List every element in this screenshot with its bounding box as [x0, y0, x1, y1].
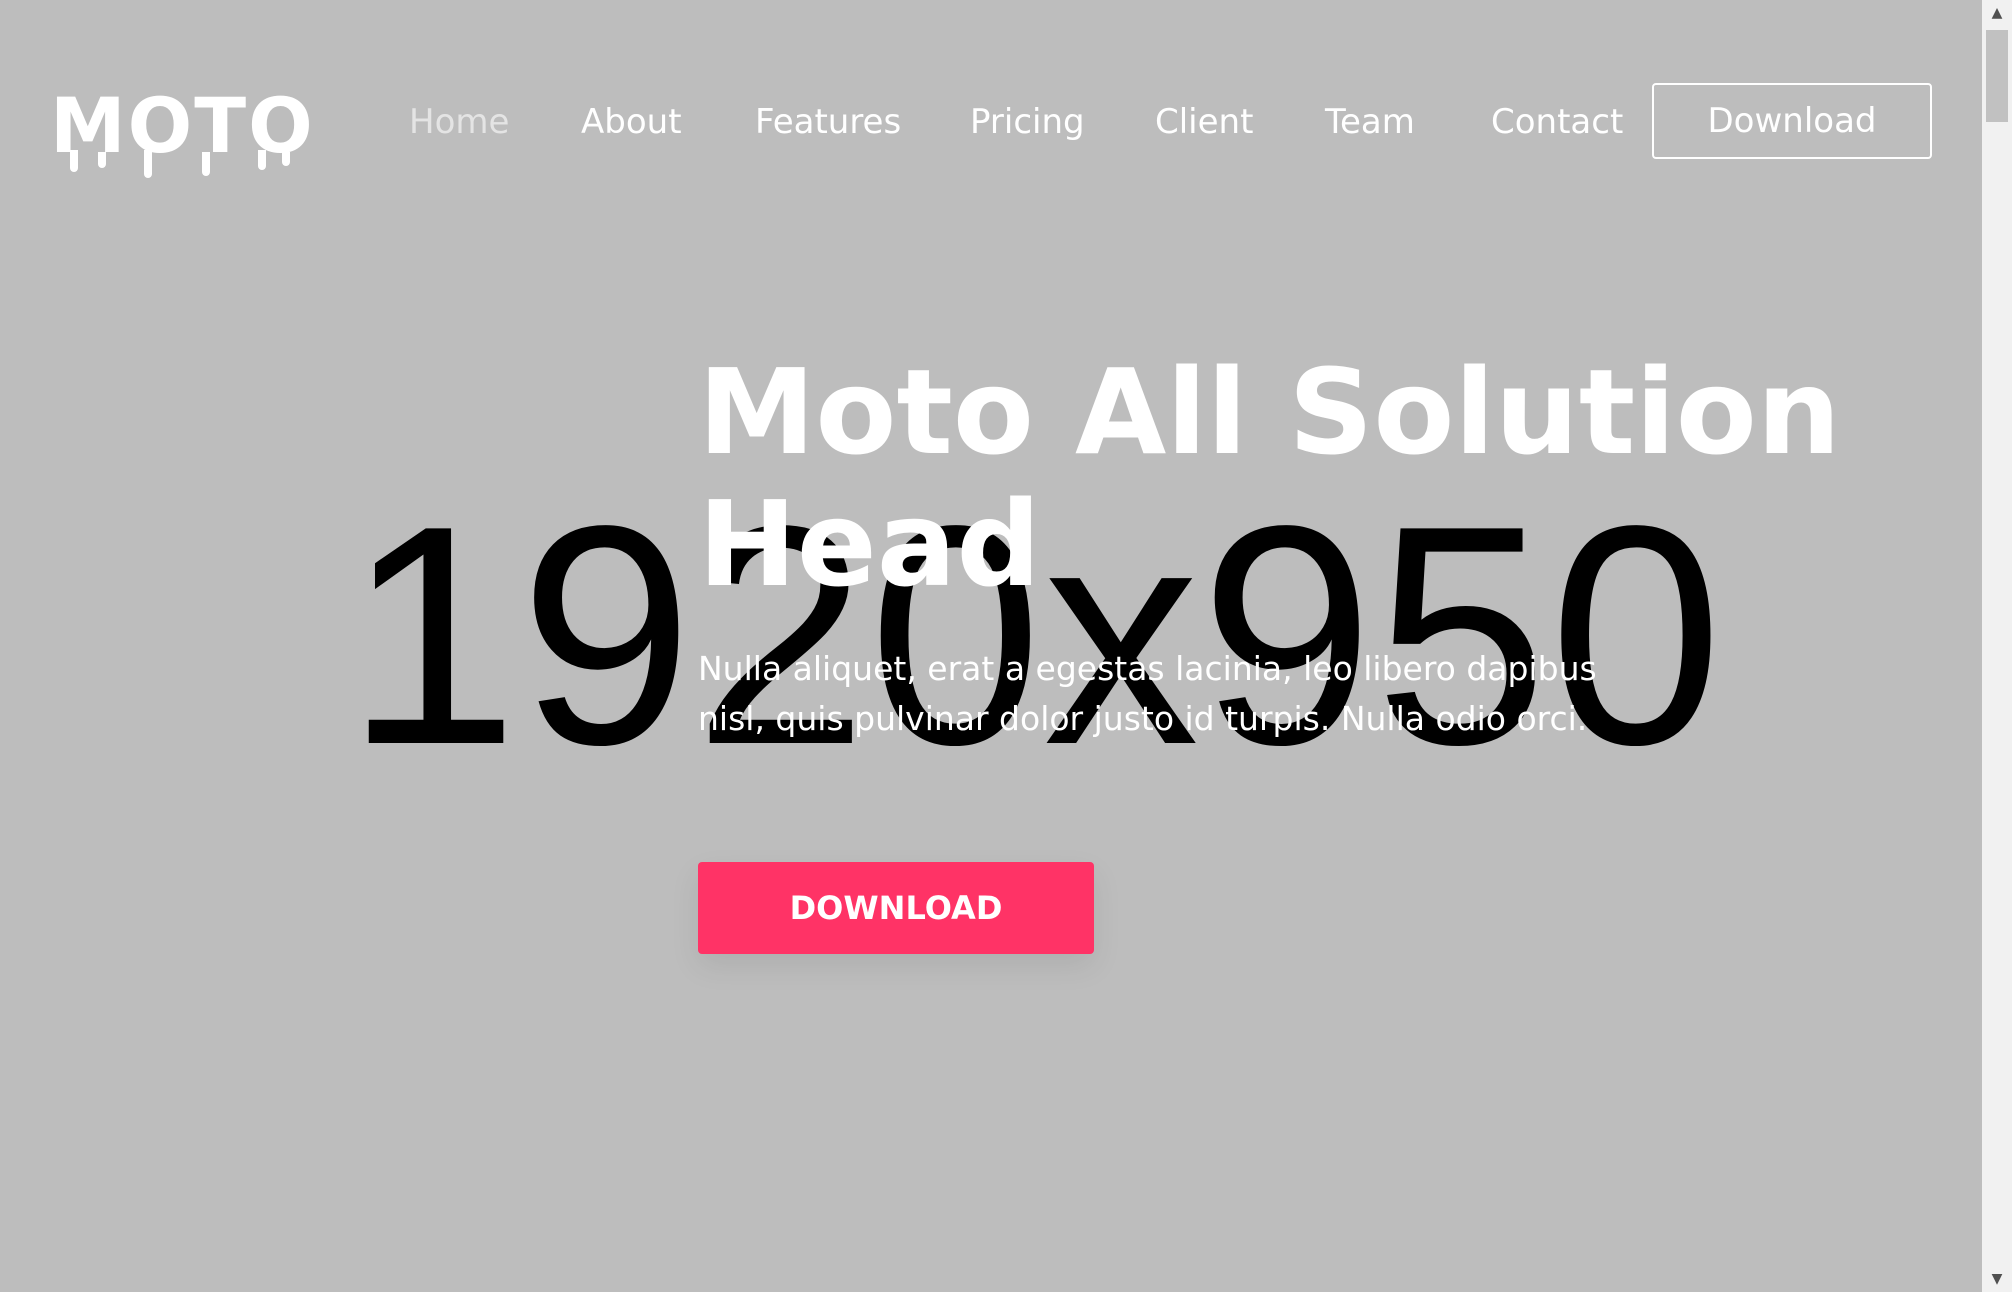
scroll-down-icon[interactable]: ▼ [1982, 1266, 2012, 1292]
logo-drip [98, 152, 106, 168]
hero-description: Nulla aliquet, erat a egestas lacinia, l… [698, 649, 1597, 738]
vertical-scrollbar[interactable]: ▲ ▼ [1982, 0, 2012, 1292]
logo-drip [258, 150, 266, 170]
header-download-button[interactable]: Download [1652, 83, 1932, 159]
logo-drip [202, 152, 210, 176]
logo[interactable]: MOTO [50, 88, 313, 178]
hero-section: 1920x950 MOTO Home About Features Pricin… [0, 0, 1982, 1292]
scroll-up-icon[interactable]: ▲ [1982, 0, 2012, 26]
logo-drip [144, 150, 152, 178]
nav-item-pricing[interactable]: Pricing [970, 98, 1085, 146]
hero-title: Moto All Solution Head [698, 343, 1841, 613]
hero-download-button[interactable]: DOWNLOAD [698, 862, 1094, 954]
nav-item-features[interactable]: Features [755, 98, 901, 146]
logo-drip [70, 150, 78, 172]
logo-text: MOTO [50, 81, 315, 170]
nav-item-contact[interactable]: Contact [1491, 98, 1623, 146]
logo-drip [282, 152, 290, 166]
nav-item-client[interactable]: Client [1155, 98, 1253, 146]
nav-item-home[interactable]: Home [409, 98, 509, 146]
nav-item-about[interactable]: About [581, 98, 682, 146]
nav-item-team[interactable]: Team [1325, 98, 1415, 146]
scroll-thumb[interactable] [1986, 30, 2008, 122]
page: 1920x950 MOTO Home About Features Pricin… [0, 0, 2012, 1292]
